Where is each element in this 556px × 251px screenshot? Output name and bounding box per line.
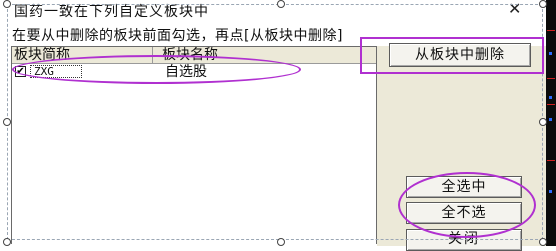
- resize-handle[interactable]: [277, 238, 285, 246]
- resize-handle[interactable]: [539, 0, 547, 8]
- resize-handle[interactable]: [3, 238, 11, 246]
- background-chart-edge: [546, 0, 556, 246]
- resize-handle[interactable]: [539, 118, 547, 126]
- resize-handle[interactable]: [277, 0, 285, 8]
- resize-handle[interactable]: [3, 118, 11, 126]
- resize-handle[interactable]: [539, 238, 547, 246]
- selection-frame: [7, 4, 543, 240]
- resize-handle[interactable]: [3, 0, 11, 8]
